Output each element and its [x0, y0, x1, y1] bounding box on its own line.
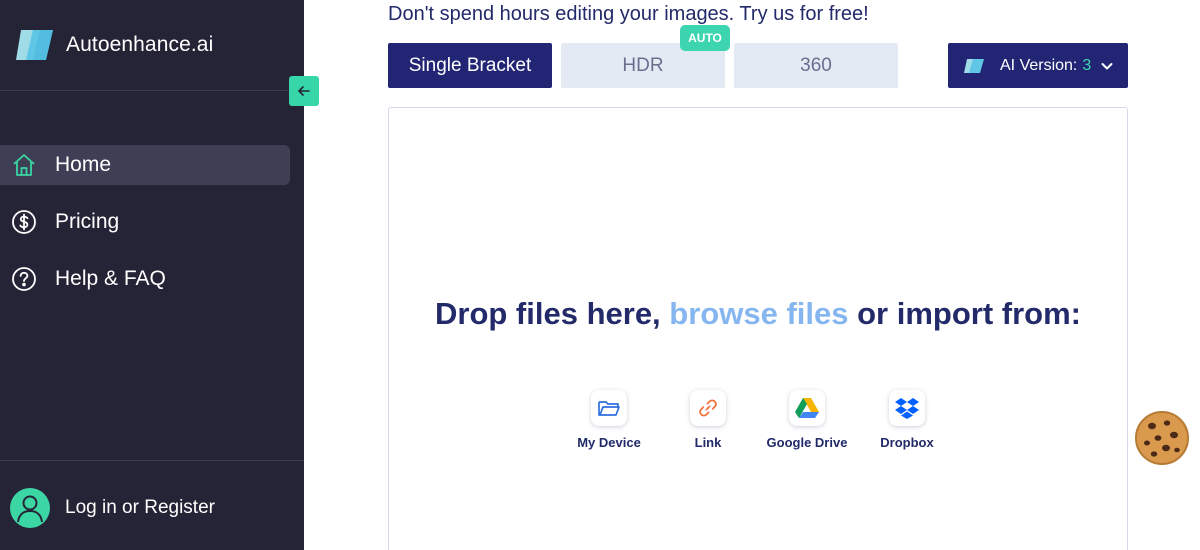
page-headline: Don't spend hours editing your images. T…: [388, 3, 869, 25]
brand-name: Autoenhance.ai: [66, 33, 214, 56]
source-label: Dropbox: [880, 435, 934, 450]
folder-icon: [591, 390, 627, 426]
source-google-drive[interactable]: Google Drive: [757, 390, 857, 450]
dropbox-icon: [889, 390, 925, 426]
sidebar-divider-bottom: [0, 460, 304, 461]
brand-logo[interactable]: Autoenhance.ai: [12, 26, 213, 64]
source-dropbox[interactable]: Dropbox: [857, 390, 957, 450]
source-label: Google Drive: [766, 435, 848, 450]
dropzone-prompt: Drop files here, browse files or import …: [389, 296, 1127, 332]
source-my-device[interactable]: My Device: [559, 390, 659, 450]
file-dropzone[interactable]: Drop files here, browse files or import …: [388, 107, 1128, 550]
chevron-down-icon: [1100, 59, 1114, 73]
sidebar-item-pricing[interactable]: Pricing: [0, 202, 290, 242]
collapse-sidebar-button[interactable]: [289, 76, 319, 106]
login-register-link[interactable]: Log in or Register: [10, 488, 215, 528]
browse-files-link[interactable]: browse files: [669, 296, 848, 331]
dollar-icon: [10, 208, 38, 236]
link-icon: [690, 390, 726, 426]
source-label: My Device: [577, 435, 641, 450]
single-bracket-button[interactable]: Single Bracket: [388, 43, 552, 88]
dropzone-text-after: or import from:: [848, 296, 1081, 331]
question-icon: [10, 265, 38, 293]
google-drive-icon: [789, 390, 825, 426]
cookie-icon: [1135, 411, 1189, 465]
sidebar-item-home[interactable]: Home: [0, 145, 290, 185]
sidebar-item-help[interactable]: Help & FAQ: [0, 259, 290, 299]
ai-version-label: AI Version:: [1000, 56, 1078, 74]
source-link[interactable]: Link: [658, 390, 758, 450]
source-label: Link: [694, 435, 722, 450]
avatar: [10, 488, 50, 528]
login-label: Log in or Register: [65, 497, 215, 518]
cookie-settings-button[interactable]: [1134, 410, 1190, 466]
dropzone-text-before: Drop files here,: [435, 296, 670, 331]
sidebar-divider-top: [0, 90, 304, 91]
ai-version-value: 3: [1082, 56, 1092, 74]
auto-badge: AUTO: [680, 25, 730, 51]
autoenhance-logo-icon: [16, 30, 53, 60]
ai-version-dropdown[interactable]: AI Version: 3: [948, 43, 1128, 88]
home-icon: [10, 151, 38, 179]
arrow-left-icon: [298, 86, 310, 96]
sidebar-item-label: Home: [55, 153, 112, 176]
autoenhance-logo-icon: [964, 58, 984, 73]
sidebar-item-label: Pricing: [55, 210, 120, 233]
sidebar-item-label: Help & FAQ: [55, 267, 166, 290]
sidebar: Autoenhance.ai Home Pricing Help & FAQ L…: [0, 0, 304, 550]
360-button[interactable]: 360: [734, 43, 898, 88]
